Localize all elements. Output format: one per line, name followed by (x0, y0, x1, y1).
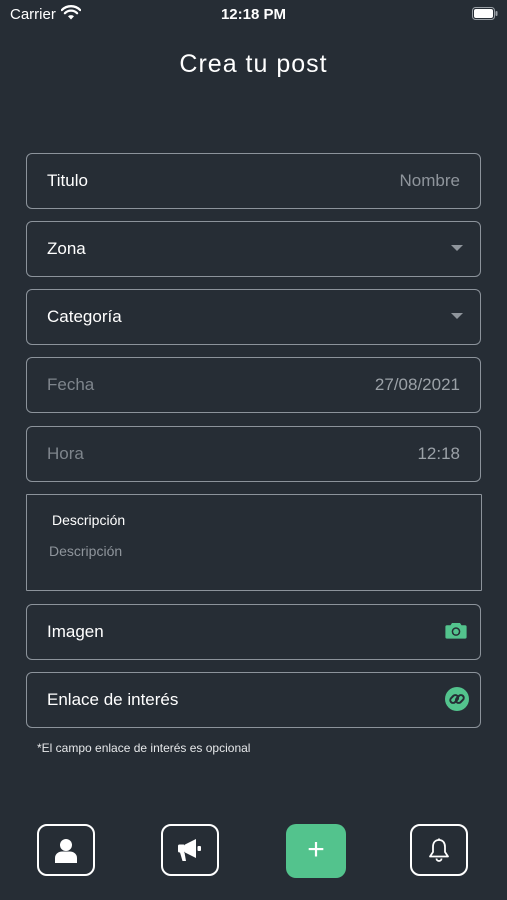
image-field[interactable]: Imagen (26, 604, 481, 660)
date-field[interactable]: Fecha 27/08/2021 (26, 357, 481, 413)
camera-icon[interactable] (445, 622, 467, 644)
time-field[interactable]: Hora 12:18 (26, 426, 481, 482)
optional-link-note: *El campo enlace de interés es opcional (37, 741, 251, 755)
link-label: Enlace de interés (47, 690, 179, 709)
battery-icon (472, 7, 498, 20)
category-dropdown[interactable]: Categoría (26, 289, 481, 345)
nav-notifications-button[interactable] (410, 824, 468, 876)
plus-icon: + (307, 833, 325, 866)
title-field[interactable]: Titulo Nombre (26, 153, 481, 209)
link-field[interactable]: Enlace de interés (26, 672, 481, 728)
nav-add-button[interactable]: + (286, 824, 346, 878)
user-icon (55, 839, 77, 863)
title-label: Titulo (47, 171, 88, 190)
category-label: Categoría (47, 307, 122, 326)
chevron-down-icon (451, 313, 463, 319)
zone-label: Zona (47, 239, 86, 258)
nav-announcements-button[interactable] (161, 824, 219, 876)
megaphone-icon (178, 839, 201, 861)
description-field[interactable]: Descripción Descripción (26, 494, 482, 591)
status-bar: Carrier 12:18 PM (0, 0, 507, 28)
chevron-down-icon (451, 245, 463, 251)
time-value: 12:18 (417, 444, 460, 463)
date-label: Fecha (47, 375, 95, 394)
time-label: Hora (47, 444, 84, 463)
zone-dropdown[interactable]: Zona (26, 221, 481, 277)
title-placeholder: Nombre (399, 171, 460, 190)
bell-icon (429, 838, 449, 862)
description-placeholder: Descripción (49, 543, 123, 559)
link-icon[interactable] (445, 687, 469, 711)
page-title: Crea tu post (179, 50, 328, 78)
image-label: Imagen (47, 622, 104, 641)
status-time: 12:18 PM (220, 6, 287, 23)
date-value: 27/08/2021 (374, 375, 460, 394)
nav-profile-button[interactable] (37, 824, 95, 876)
description-label: Descripción (52, 512, 126, 528)
